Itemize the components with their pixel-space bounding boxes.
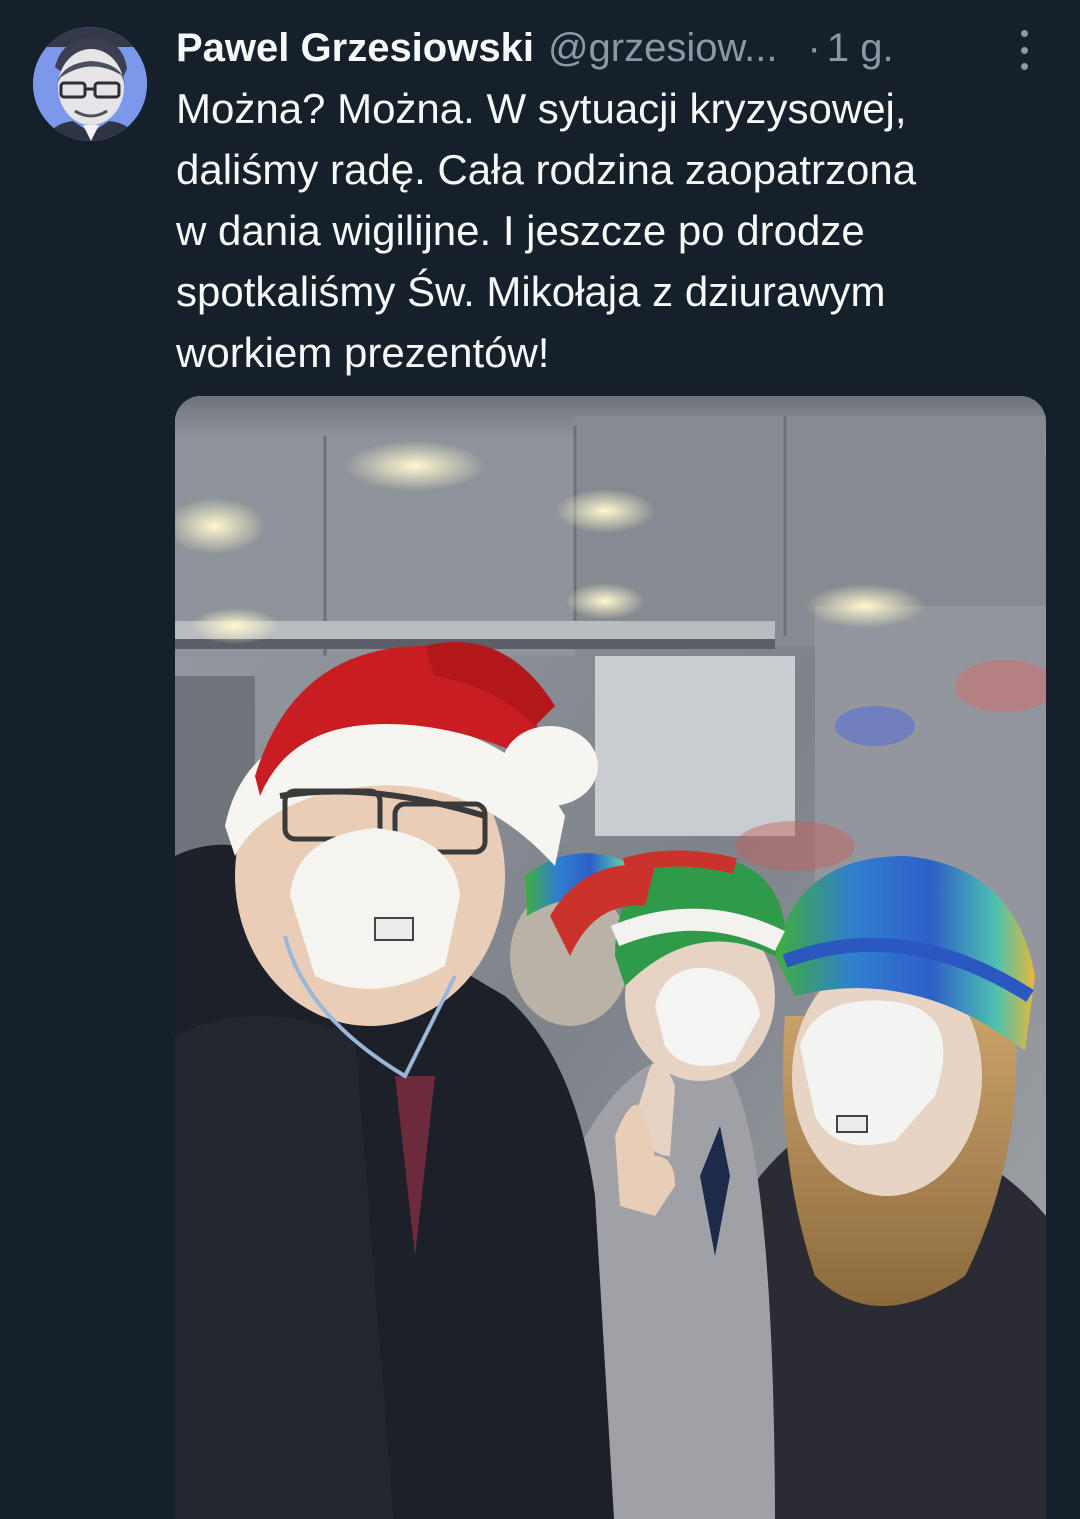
time-separator: · (807, 25, 821, 70)
tweet-text-line: spotkaliśmy Św. Mikołaja z dziurawym (176, 268, 886, 315)
tweet-text-line: Można? Można. W sytuacji kryzysowej, (176, 85, 907, 132)
tweet-photo[interactable] (175, 396, 1046, 1519)
author-handle[interactable]: @grzesiow... (548, 26, 778, 71)
photo-elevator-selfie (175, 396, 1046, 1519)
tweet[interactable]: Pawel Grzesiowski @grzesiow... · 1 g. Mo… (0, 0, 1080, 1519)
tweet-text: Można? Można. W sytuacji kryzysowej, dal… (176, 78, 1056, 383)
tweet-time[interactable]: 1 g. (827, 26, 894, 71)
tweet-header: Pawel Grzesiowski @grzesiow... · 1 g. (176, 20, 1056, 76)
more-options-icon[interactable] (1006, 30, 1042, 70)
tweet-text-line: workiem prezentów! (176, 329, 550, 376)
tweet-text-line: daliśmy radę. Cała rodzina zaopatrzona (176, 146, 917, 193)
tweet-text-line: w dania wigilijne. I jeszcze po drodze (176, 207, 865, 254)
avatar-image (33, 27, 147, 141)
avatar[interactable] (33, 27, 147, 141)
author-name[interactable]: Pawel Grzesiowski (176, 26, 534, 71)
